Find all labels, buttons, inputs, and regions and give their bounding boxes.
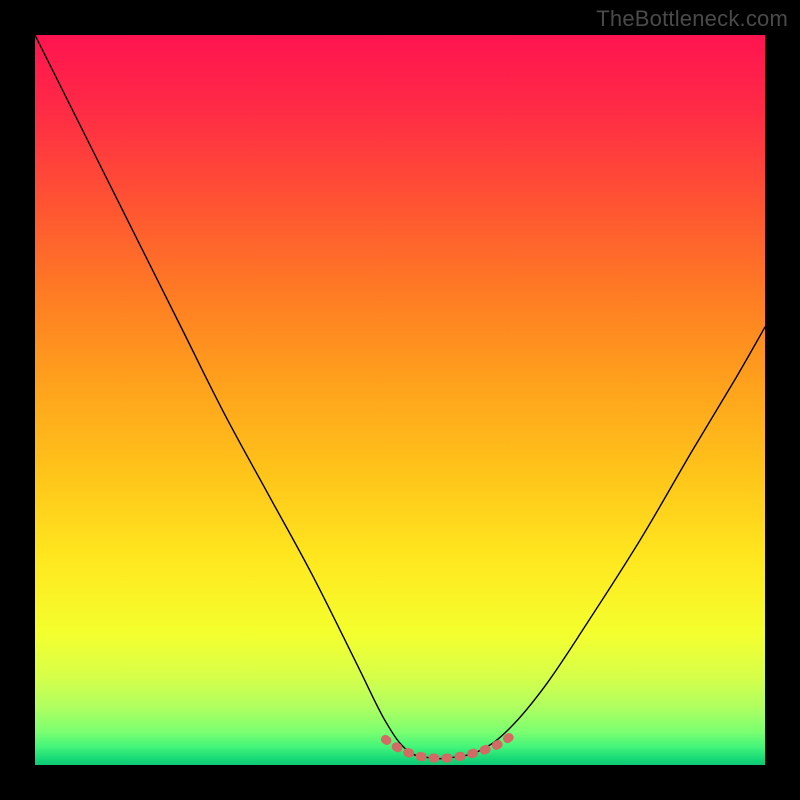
plot-area [35, 35, 765, 765]
chart-svg [35, 35, 765, 765]
bottleneck-curve [35, 35, 765, 759]
outer-frame: TheBottleneck.com [0, 0, 800, 800]
watermark-text: TheBottleneck.com [596, 6, 788, 32]
